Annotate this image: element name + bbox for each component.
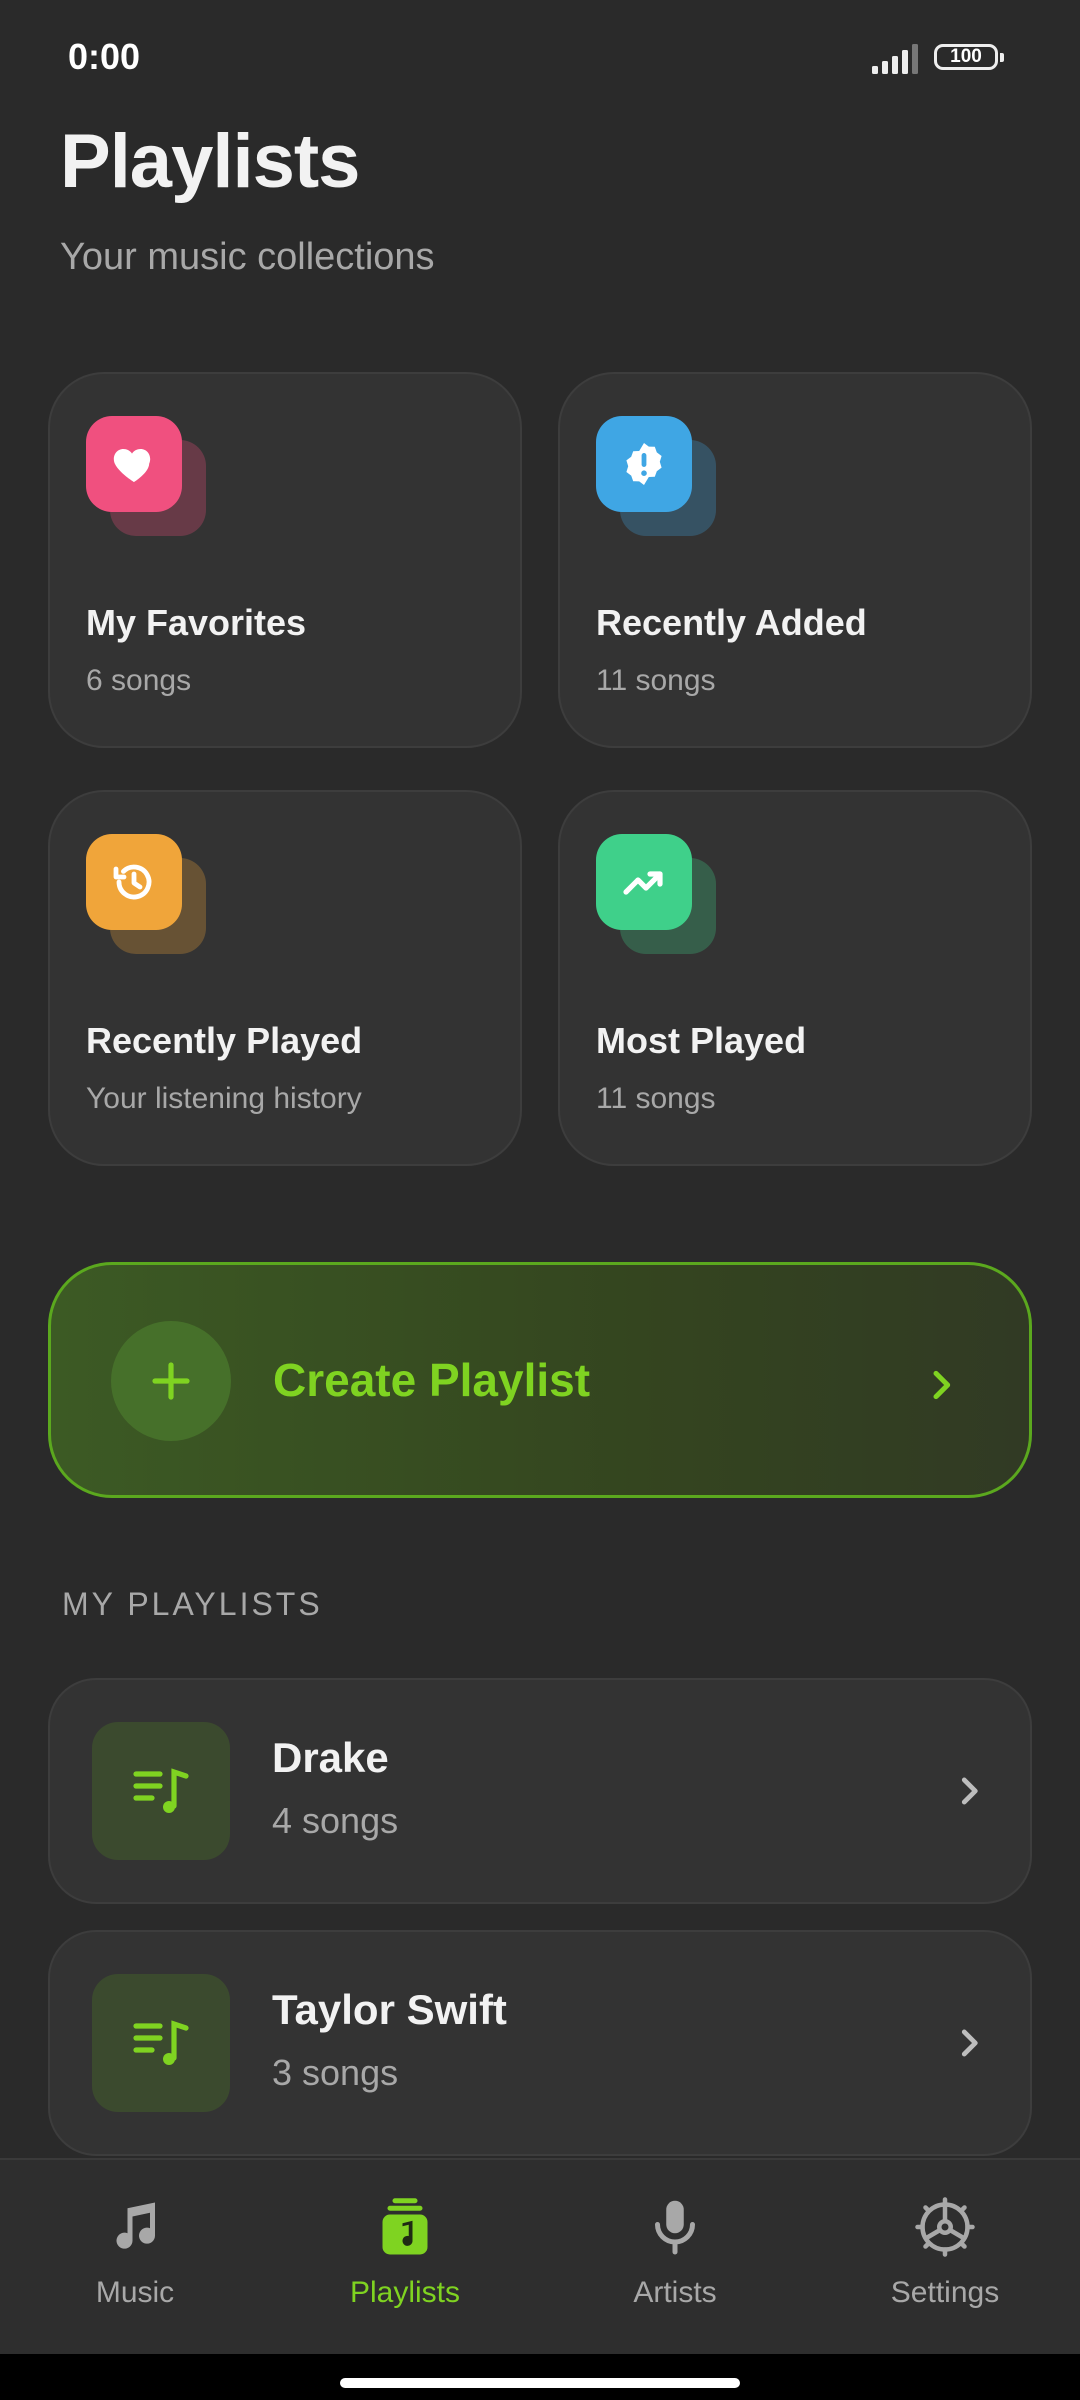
trending-up-icon xyxy=(596,834,692,930)
plus-icon xyxy=(152,1362,190,1400)
nav-label: Music xyxy=(95,2276,175,2309)
microphone-icon xyxy=(655,2200,695,2255)
create-playlist-button[interactable]: Create Playlist xyxy=(48,1262,1032,1498)
card-subtitle: Your listening history xyxy=(86,1082,362,1115)
nav-label: Artists xyxy=(633,2276,717,2309)
nav-playlists[interactable]: Playlists xyxy=(270,2160,540,2356)
home-indicator[interactable] xyxy=(340,2378,740,2388)
card-title: Recently Played xyxy=(86,1020,363,1061)
status-time: 0:00 xyxy=(68,36,141,77)
bottom-nav: Music Playlists Artists Settings xyxy=(0,2158,1080,2356)
playlist-subtitle: 3 songs xyxy=(272,2052,399,2093)
section-label-my-playlists: MY PLAYLISTS xyxy=(62,1586,323,1622)
status-bar: 0:00 100 xyxy=(0,0,1080,120)
playlist-item-drake[interactable]: Drake 4 songs xyxy=(48,1678,1032,1904)
new-badge-icon xyxy=(596,416,692,512)
nav-settings[interactable]: Settings xyxy=(810,2160,1080,2356)
card-recently-played[interactable]: Recently Played Your listening history xyxy=(48,790,522,1166)
card-subtitle: 11 songs xyxy=(596,664,716,697)
playlist-thumbnail xyxy=(92,1722,230,1860)
chevron-right-icon xyxy=(961,1777,978,1805)
playlist-title: Drake xyxy=(272,1734,389,1781)
playlist-music-icon xyxy=(133,1768,189,1813)
chevron-right-icon xyxy=(961,2029,978,2057)
signal-icon xyxy=(872,44,918,74)
page-subtitle: Your music collections xyxy=(60,236,435,278)
card-title: My Favorites xyxy=(86,602,307,643)
heart-icon xyxy=(86,416,182,512)
playlists-icon xyxy=(382,2198,428,2255)
playlist-item-taylor-swift[interactable]: Taylor Swift 3 songs xyxy=(48,1930,1032,2156)
playlist-thumbnail xyxy=(92,1974,230,2112)
gesture-bar xyxy=(0,2354,1080,2400)
chevron-right-icon xyxy=(933,1370,951,1400)
nav-music[interactable]: Music xyxy=(0,2160,270,2356)
settings-gear-icon xyxy=(915,2197,975,2257)
card-recently-added[interactable]: Recently Added 11 songs xyxy=(558,372,1032,748)
card-subtitle: 11 songs xyxy=(596,1082,716,1115)
music-note-icon xyxy=(116,2202,155,2249)
create-playlist-label: Create Playlist xyxy=(273,1354,591,1406)
nav-artists[interactable]: Artists xyxy=(540,2160,810,2356)
playlist-subtitle: 4 songs xyxy=(272,1800,399,1841)
page-title: Playlists xyxy=(60,119,360,204)
card-title: Recently Added xyxy=(596,602,867,643)
card-my-favorites[interactable]: My Favorites 6 songs xyxy=(48,372,522,748)
history-icon xyxy=(86,834,182,930)
plus-circle xyxy=(111,1321,231,1441)
nav-label: Settings xyxy=(890,2276,1000,2309)
battery-icon: 100 xyxy=(934,44,1004,70)
card-subtitle: 6 songs xyxy=(86,664,192,697)
card-title: Most Played xyxy=(596,1020,807,1061)
battery-level: 100 xyxy=(950,46,982,67)
card-most-played[interactable]: Most Played 11 songs xyxy=(558,790,1032,1166)
playlist-music-icon xyxy=(133,2020,189,2065)
playlist-title: Taylor Swift xyxy=(272,1986,507,2033)
nav-label: Playlists xyxy=(349,2276,461,2309)
